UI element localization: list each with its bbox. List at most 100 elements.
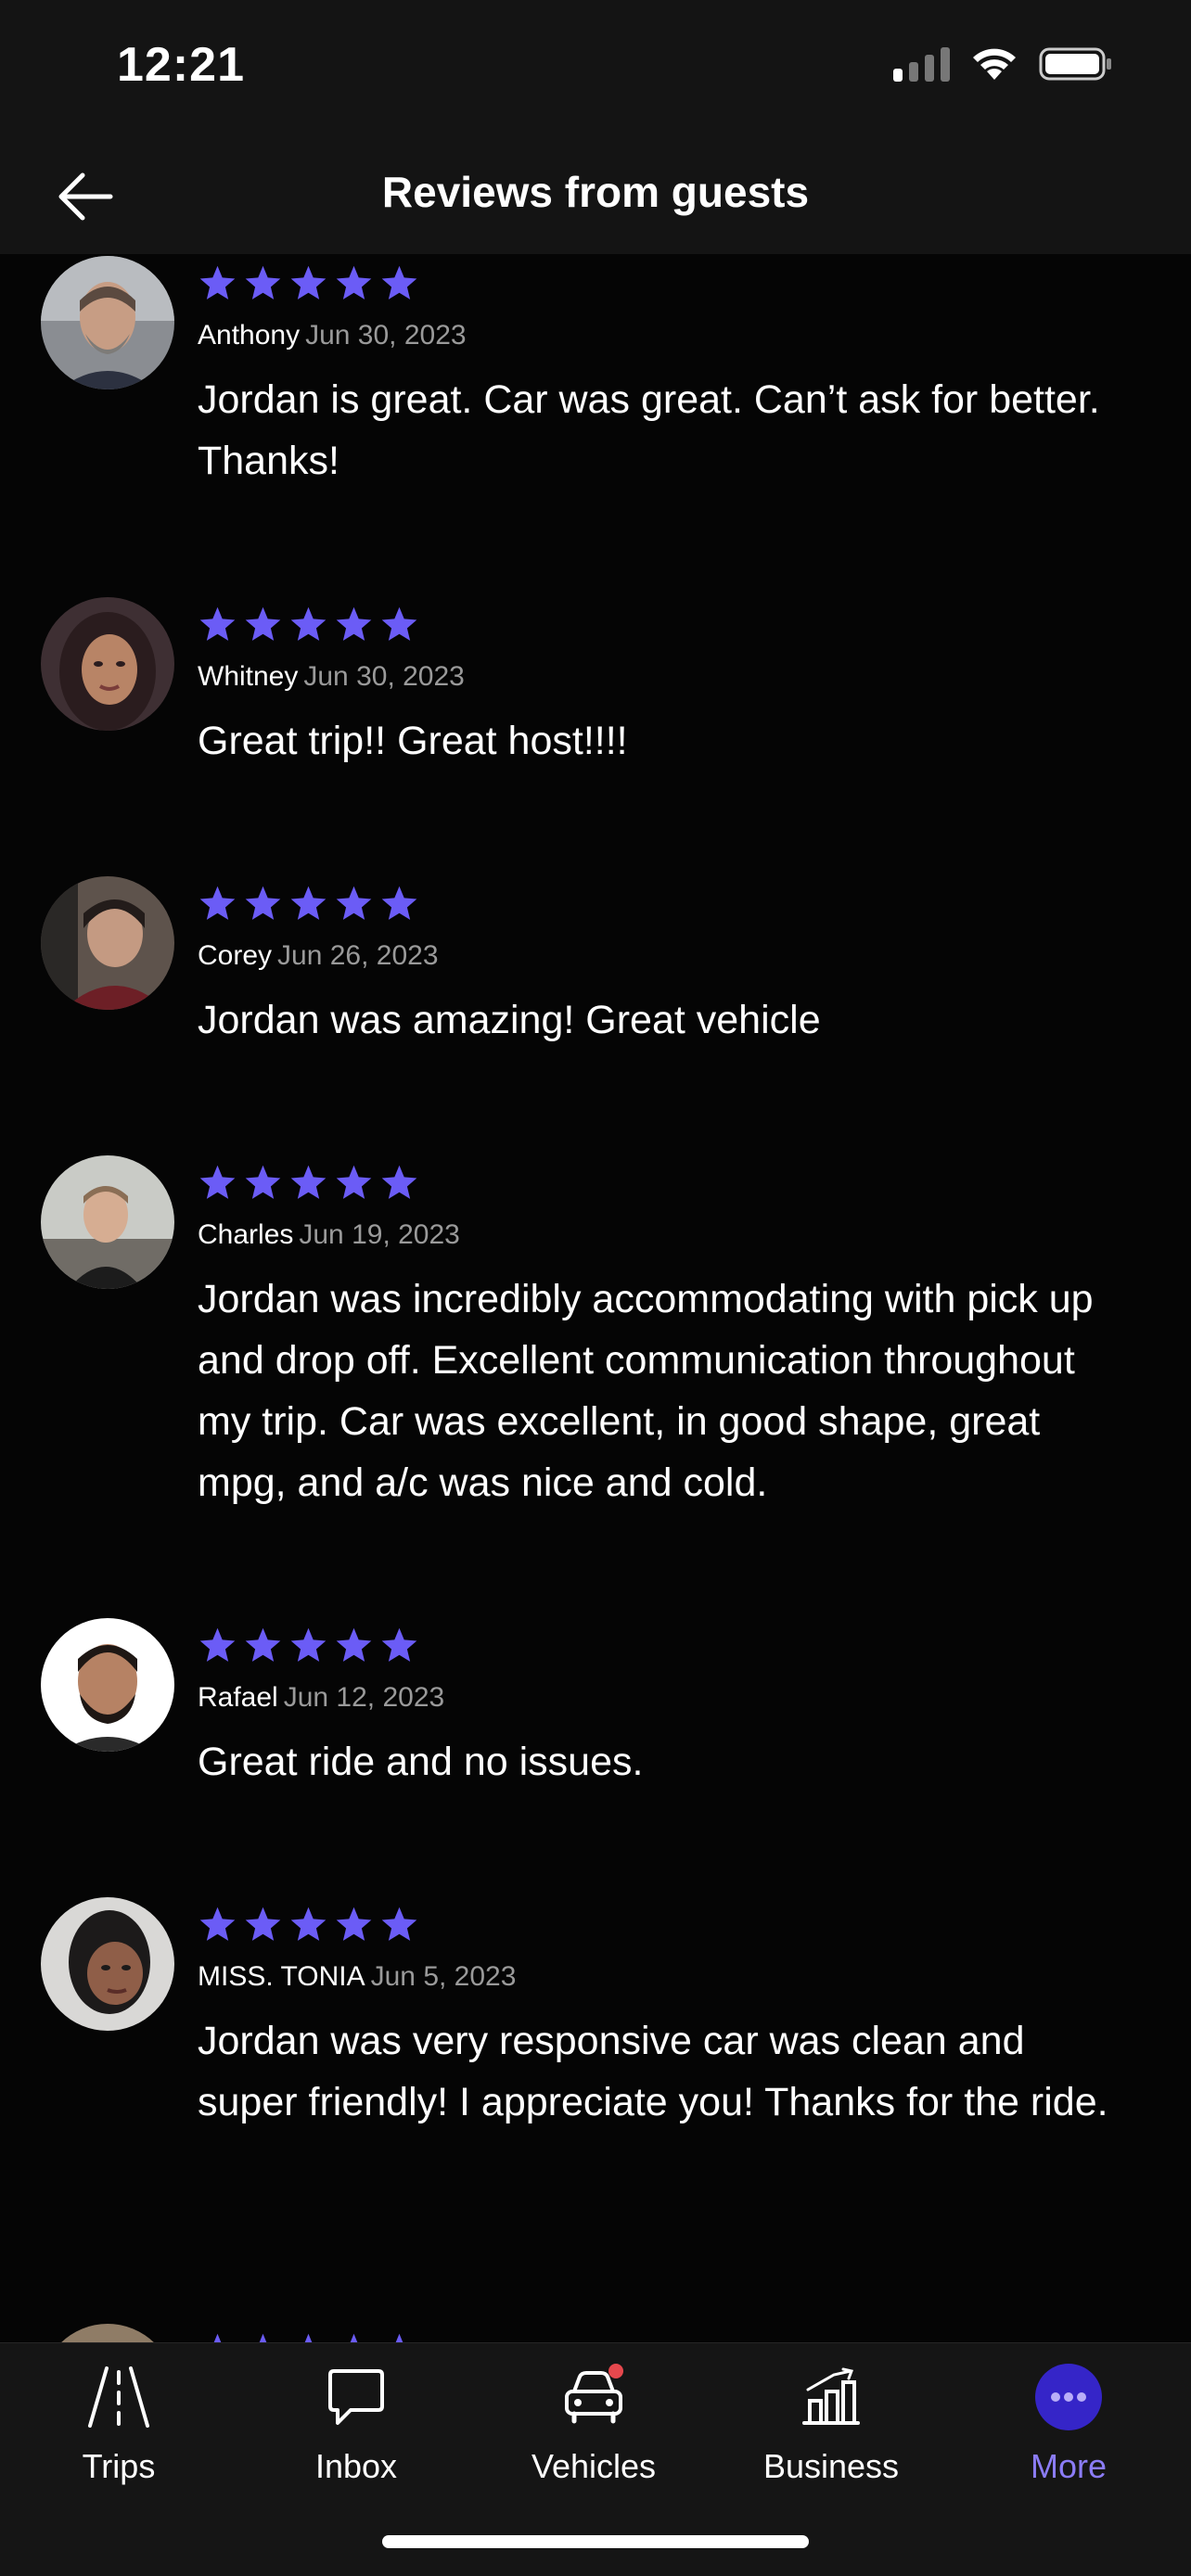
avatar — [41, 597, 174, 731]
home-indicator[interactable] — [382, 2535, 809, 2548]
star-icon — [381, 1627, 417, 1662]
tab-label: More — [1030, 2447, 1108, 2485]
tab-trips[interactable]: Trips — [26, 2360, 211, 2499]
tab-label: Inbox — [314, 2447, 398, 2485]
reviewer-name: Charles — [198, 1219, 294, 1250]
star-icon — [259, 2333, 267, 2342]
road-icon — [82, 2360, 156, 2434]
star-icon — [336, 1906, 372, 1941]
avatar — [41, 1897, 174, 2031]
avatar — [41, 256, 174, 389]
review-body: Corey Jun 26, 2023 Jordan was amazing! Gr… — [198, 861, 1125, 1051]
star-icon — [245, 606, 281, 641]
star-icon — [290, 886, 327, 920]
review-body: Whitney Jun 30, 2023 Great trip!! Great h… — [198, 582, 1125, 772]
star-icon — [199, 1627, 236, 1662]
star-rating — [198, 1622, 1125, 1668]
reviewer-name: Corey — [198, 940, 273, 971]
page-title: Reviews from guests — [381, 168, 810, 216]
star-icon — [199, 606, 236, 641]
avatar — [41, 1155, 174, 1289]
review-body: Rafael Jun 12, 2023 Great ride and no iss… — [198, 1603, 1125, 1792]
review-text: Great trip!! Great host!!!! — [198, 719, 628, 763]
star-icon — [290, 1165, 327, 1199]
star-icon — [336, 265, 372, 300]
review-text: Jordan was amazing! Great vehicle — [198, 998, 821, 1042]
tab-business[interactable]: Business — [738, 2360, 924, 2499]
reviewer-name: Anthony — [198, 320, 301, 351]
star-icon — [290, 265, 327, 300]
tab-label: Vehicles — [531, 2447, 657, 2485]
cellular-signal-icon — [893, 46, 950, 82]
battery-icon — [1039, 47, 1111, 81]
star-icon — [199, 265, 236, 300]
star-icon — [350, 2333, 358, 2342]
star-rating — [198, 1159, 1125, 1205]
review-text: Jordan was incredibly accommodating with… — [198, 1277, 1094, 1505]
review-date: Jun 30, 2023 — [303, 661, 465, 692]
star-rating — [198, 1901, 1125, 1947]
star-icon — [213, 2333, 222, 2342]
review-meta: Rafael Jun 12, 2023 — [198, 1679, 1125, 1716]
star-icon — [245, 1906, 281, 1941]
review-meta: Anthony Jun 30, 2023 — [198, 317, 1125, 354]
star-icon — [336, 1165, 372, 1199]
star-rating — [198, 260, 1125, 306]
more-icon — [1031, 2360, 1106, 2434]
review-date: Jun 5, 2023 — [370, 1961, 517, 1992]
star-icon — [245, 1165, 281, 1199]
reviewer-name: MISS. TONIA — [198, 1961, 365, 1992]
review-meta: MISS. TONIA Jun 5, 2023 — [198, 1958, 1125, 1996]
review-text: Jordan was very responsive car was clean… — [198, 2019, 1108, 2124]
review-date: Jun 26, 2023 — [277, 940, 439, 971]
status-time: 12:21 — [117, 38, 245, 92]
review-meta: Corey Jun 26, 2023 — [198, 937, 1125, 975]
tab-vehicles[interactable]: Vehicles — [501, 2360, 686, 2499]
status-icons — [893, 46, 1113, 82]
review-text: Jordan is great. Car was great. Can’t as… — [198, 377, 1100, 483]
star-icon — [304, 2333, 313, 2342]
wifi-icon — [973, 48, 1016, 80]
review-body: Anthony Jun 30, 2023 Jordan is great. Car… — [198, 254, 1125, 491]
avatar — [41, 876, 174, 1010]
tab-label: Trips — [82, 2447, 156, 2485]
star-icon — [381, 1906, 417, 1941]
header: Reviews from guests — [0, 139, 1191, 254]
notification-dot — [608, 2364, 623, 2378]
star-icon — [381, 1165, 417, 1199]
star-icon — [336, 886, 372, 920]
tab-inbox[interactable]: Inbox — [263, 2360, 449, 2499]
tab-label: Business — [762, 2447, 900, 2485]
star-icon — [245, 886, 281, 920]
star-rating — [198, 601, 1125, 647]
star-icon — [245, 1627, 281, 1662]
star-icon — [199, 886, 236, 920]
star-icon — [199, 1165, 236, 1199]
star-icon — [381, 886, 417, 920]
star-icon — [336, 1627, 372, 1662]
star-rating — [198, 880, 1125, 926]
star-icon — [290, 606, 327, 641]
tab-more[interactable]: More — [976, 2360, 1161, 2499]
star-icon — [290, 1627, 327, 1662]
review-body: MISS. TONIA Jun 5, 2023 Jordan was very r… — [198, 1882, 1125, 2133]
status-bar: 12:21 — [0, 0, 1191, 139]
chat-bubble-icon — [319, 2360, 393, 2434]
star-icon — [395, 2333, 403, 2342]
avatar — [41, 1618, 174, 1752]
review-date: Jun 12, 2023 — [283, 1682, 445, 1713]
star-icon — [245, 265, 281, 300]
star-icon — [381, 265, 417, 300]
star-icon — [199, 1906, 236, 1941]
review-meta: Charles Jun 19, 2023 — [198, 1217, 1125, 1254]
star-rating — [198, 2327, 1125, 2342]
review-text: Great ride and no issues. — [198, 1740, 644, 1784]
chart-icon — [794, 2360, 868, 2434]
review-meta: Whitney Jun 30, 2023 — [198, 658, 1125, 695]
review-list[interactable]: Anthony Jun 30, 2023 Jordan is great. Car… — [0, 254, 1191, 2342]
star-icon — [290, 1906, 327, 1941]
star-icon — [336, 606, 372, 641]
star-icon — [381, 606, 417, 641]
review-date: Jun 30, 2023 — [305, 320, 467, 351]
car-icon — [557, 2360, 631, 2434]
